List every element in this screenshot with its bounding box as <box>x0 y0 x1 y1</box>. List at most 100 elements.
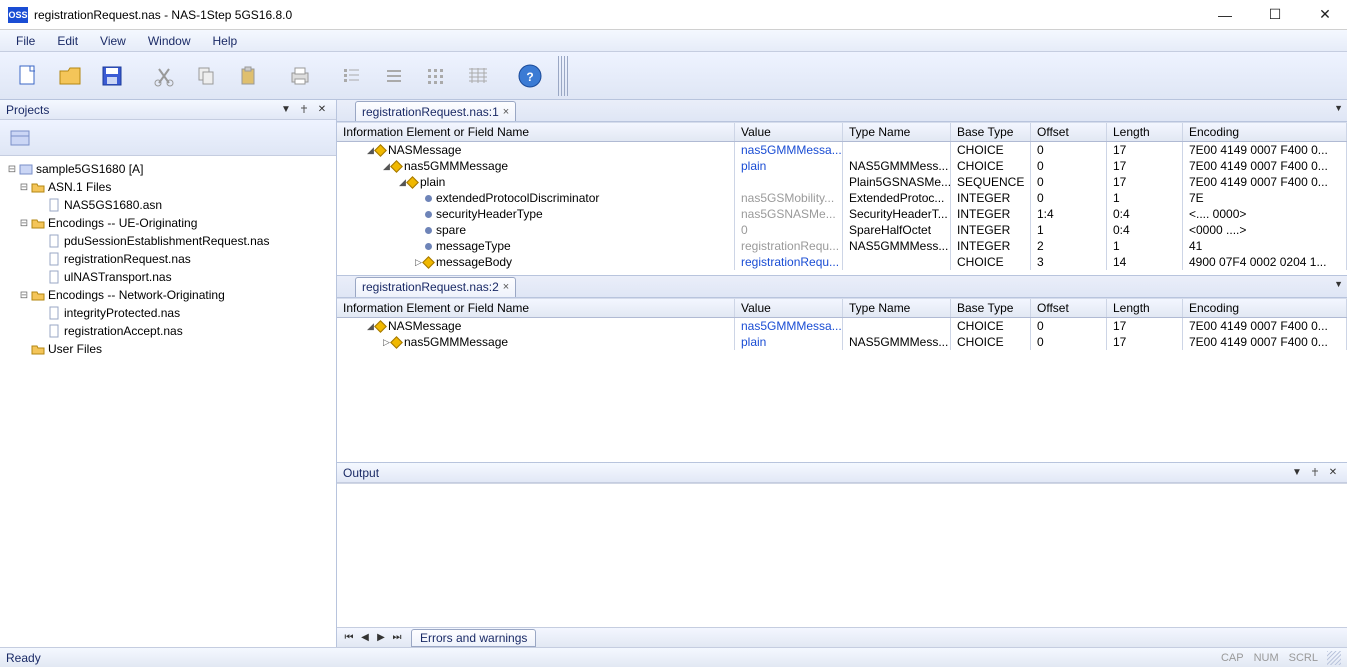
resize-grip-icon[interactable] <box>1327 651 1341 665</box>
grid-row[interactable]: ◢nas5GMMMessageplainNAS5GMMMess...CHOICE… <box>337 158 1347 174</box>
panel-close-icon[interactable]: ✕ <box>314 102 330 118</box>
expander-icon[interactable]: ⊟ <box>6 164 18 175</box>
panel-dropdown-icon[interactable]: ▼ <box>1289 465 1305 481</box>
status-cap: CAP <box>1216 652 1249 664</box>
col-encoding[interactable]: Encoding <box>1183 123 1347 141</box>
grid-row[interactable]: ◢NASMessagenas5GMMMessa...CHOICE0177E00 … <box>337 142 1347 158</box>
tree-item[interactable]: integrityProtected.nas <box>2 304 336 322</box>
menu-view[interactable]: View <box>90 32 136 50</box>
panel-pin-icon[interactable] <box>1307 465 1323 481</box>
row-length: 0:4 <box>1107 206 1183 222</box>
col-name[interactable]: Information Element or Field Name <box>337 299 735 317</box>
panel-dropdown-icon[interactable]: ▼ <box>278 102 294 118</box>
file-icon <box>46 324 62 338</box>
tree-item[interactable]: User Files <box>2 340 336 358</box>
row-offset: 3 <box>1031 254 1107 270</box>
col-value[interactable]: Value <box>735 299 843 317</box>
menu-file[interactable]: File <box>6 32 45 50</box>
row-base: INTEGER <box>951 190 1031 206</box>
tab-registrationrequest-1[interactable]: registrationRequest.nas:1 × <box>355 101 516 121</box>
grid-body-2[interactable]: ◢NASMessagenas5GMMMessa...CHOICE0177E00 … <box>337 318 1347 350</box>
grid-row[interactable]: ▷nas5GMMMessageplainNAS5GMMMess...CHOICE… <box>337 334 1347 350</box>
output-nav: ⏮ ◀ ▶ ⏭ Errors and warnings <box>337 627 1347 647</box>
col-typename[interactable]: Type Name <box>843 123 951 141</box>
tab-close-icon[interactable]: × <box>503 106 509 118</box>
col-value[interactable]: Value <box>735 123 843 141</box>
tree-item[interactable]: pduSessionEstablishmentRequest.nas <box>2 232 336 250</box>
status-ready: Ready <box>6 651 41 665</box>
tree-item[interactable]: ulNASTransport.nas <box>2 268 336 286</box>
grid-row[interactable]: ◢NASMessagenas5GMMMessa...CHOICE0177E00 … <box>337 318 1347 334</box>
projects-tree[interactable]: ⊟sample5GS1680 [A]⊟ASN.1 FilesNAS5GS1680… <box>0 156 336 647</box>
menu-help[interactable]: Help <box>203 32 248 50</box>
panel-pin-icon[interactable] <box>296 102 312 118</box>
col-encoding[interactable]: Encoding <box>1183 299 1347 317</box>
toolbar-grip[interactable] <box>558 56 568 96</box>
output-body[interactable] <box>337 483 1347 627</box>
expander-icon[interactable]: ⊟ <box>18 290 30 301</box>
grid-row[interactable]: messageTyperegistrationRequ...NAS5GMMMes… <box>337 238 1347 254</box>
cut-button[interactable] <box>144 56 184 96</box>
tree-item[interactable]: registrationRequest.nas <box>2 250 336 268</box>
nav-first-icon[interactable]: ⏮ <box>341 632 357 643</box>
nav-next-icon[interactable]: ▶ <box>373 632 389 643</box>
grid-row[interactable]: ◢plainPlain5GSNASMe...SEQUENCE0177E00 41… <box>337 174 1347 190</box>
col-offset[interactable]: Offset <box>1031 123 1107 141</box>
tree-item[interactable]: ⊟ASN.1 Files <box>2 178 336 196</box>
menu-window[interactable]: Window <box>138 32 201 50</box>
col-typename[interactable]: Type Name <box>843 299 951 317</box>
tree-item[interactable]: ⊟sample5GS1680 [A] <box>2 160 336 178</box>
col-length[interactable]: Length <box>1107 123 1183 141</box>
tab-close-icon[interactable]: × <box>503 281 509 293</box>
panel-close-icon[interactable]: ✕ <box>1325 465 1341 481</box>
menu-edit[interactable]: Edit <box>47 32 88 50</box>
projects-view-button[interactable] <box>6 124 34 152</box>
row-value: nas5GMMMessa... <box>741 143 842 157</box>
row-offset: 0 <box>1031 174 1107 190</box>
row-offset: 1:4 <box>1031 206 1107 222</box>
grid-row[interactable]: spare0SpareHalfOctetINTEGER10:4<0000 ...… <box>337 222 1347 238</box>
tab-overflow-icon[interactable]: ▼ <box>1334 279 1343 289</box>
nav-prev-icon[interactable]: ◀ <box>357 632 373 643</box>
grid-body-1[interactable]: ◢NASMessagenas5GMMMessa...CHOICE0177E00 … <box>337 142 1347 270</box>
maximize-button[interactable]: ☐ <box>1261 5 1289 25</box>
row-name: nas5GMMMessage <box>404 159 508 173</box>
new-file-button[interactable] <box>8 56 48 96</box>
view-grid2-button[interactable] <box>458 56 498 96</box>
row-base: CHOICE <box>951 318 1031 334</box>
col-basetype[interactable]: Base Type <box>951 123 1031 141</box>
grid-row[interactable]: securityHeaderTypenas5GSNASMe...Security… <box>337 206 1347 222</box>
print-button[interactable] <box>280 56 320 96</box>
tree-item[interactable]: registrationAccept.nas <box>2 322 336 340</box>
row-value: nas5GMMMessa... <box>741 319 842 333</box>
col-length[interactable]: Length <box>1107 299 1183 317</box>
field-icon <box>424 195 433 202</box>
tree-item[interactable]: ⊟Encodings -- Network-Originating <box>2 286 336 304</box>
help-button[interactable]: ? <box>510 56 550 96</box>
col-name[interactable]: Information Element or Field Name <box>337 123 735 141</box>
view-list1-button[interactable] <box>332 56 372 96</box>
col-offset[interactable]: Offset <box>1031 299 1107 317</box>
errors-warnings-tab[interactable]: Errors and warnings <box>411 629 536 647</box>
expander-icon[interactable]: ⊟ <box>18 182 30 193</box>
minimize-button[interactable]: — <box>1211 5 1239 25</box>
col-basetype[interactable]: Base Type <box>951 299 1031 317</box>
file-icon <box>46 306 62 320</box>
tree-item[interactable]: ⊟Encodings -- UE-Originating <box>2 214 336 232</box>
close-button[interactable]: ✕ <box>1311 5 1339 25</box>
tab-registrationrequest-2[interactable]: registrationRequest.nas:2 × <box>355 277 516 297</box>
projects-toolbar <box>0 120 336 156</box>
grid-row[interactable]: extendedProtocolDiscriminatornas5GSMobil… <box>337 190 1347 206</box>
save-button[interactable] <box>92 56 132 96</box>
tab-overflow-icon[interactable]: ▼ <box>1334 103 1343 113</box>
expander-icon[interactable]: ⊟ <box>18 218 30 229</box>
tree-item[interactable]: NAS5GS1680.asn <box>2 196 336 214</box>
view-grid1-button[interactable] <box>416 56 456 96</box>
view-list2-button[interactable] <box>374 56 414 96</box>
grid-row[interactable]: ▷messageBodyregistrationRequ...CHOICE314… <box>337 254 1347 270</box>
open-button[interactable] <box>50 56 90 96</box>
copy-button[interactable] <box>186 56 226 96</box>
row-type: Plain5GSNASMe... <box>843 174 951 190</box>
paste-button[interactable] <box>228 56 268 96</box>
nav-last-icon[interactable]: ⏭ <box>389 632 405 643</box>
